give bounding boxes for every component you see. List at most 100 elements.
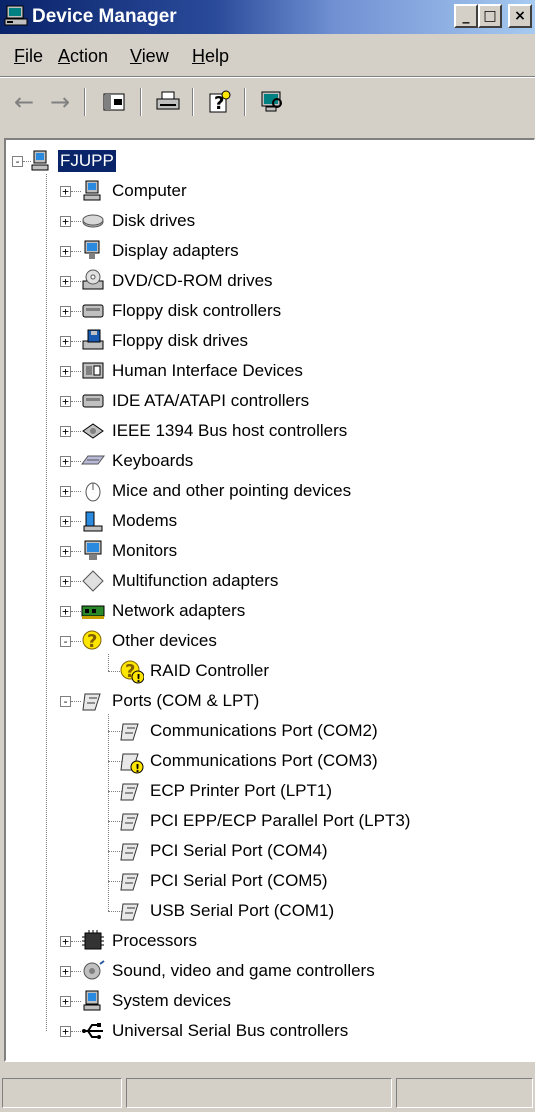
forward-arrow-icon: → — [49, 88, 71, 116]
tree-item[interactable]: Disk drives — [80, 208, 197, 234]
title-bar[interactable]: Device Manager _ □ × — [0, 0, 535, 34]
svg-text:?: ? — [87, 631, 97, 652]
console-tree-icon — [103, 93, 125, 111]
collapse-button[interactable]: - — [60, 696, 71, 707]
tree-item-label: Monitors — [112, 541, 178, 560]
menu-accelerator: F — [14, 46, 25, 66]
tree-item[interactable]: Modems — [80, 508, 179, 534]
toolbar-separator — [84, 88, 86, 116]
controller-icon — [80, 388, 106, 414]
tree-item-label: Communications Port (COM2) — [150, 721, 378, 740]
menu-view[interactable]: View — [130, 46, 169, 67]
tree-item[interactable]: Multifunction adapters — [80, 568, 280, 594]
sound-icon — [80, 958, 106, 984]
collapse-button[interactable]: - — [60, 636, 71, 647]
menu-help[interactable]: Help — [192, 46, 229, 67]
forward-button[interactable]: → — [46, 86, 74, 118]
print-button[interactable] — [152, 86, 184, 118]
usb-icon — [80, 1018, 106, 1044]
tree-item-label: DVD/CD-ROM drives — [112, 271, 273, 290]
expand-button[interactable]: + — [60, 1026, 71, 1037]
back-button[interactable]: ← — [10, 86, 38, 118]
tree-child-item[interactable]: PCI Serial Port (COM5) — [118, 868, 330, 894]
tree-item[interactable]: Display adapters — [80, 238, 241, 264]
expand-button[interactable]: + — [60, 276, 71, 287]
tree-item[interactable]: Universal Serial Bus controllers — [80, 1018, 350, 1044]
tree-item[interactable]: Sound, video and game controllers — [80, 958, 377, 984]
expand-button[interactable]: + — [60, 486, 71, 497]
expand-button[interactable]: + — [60, 396, 71, 407]
tree-item-label: RAID Controller — [150, 661, 270, 680]
expand-button[interactable]: + — [60, 336, 71, 347]
expand-button[interactable]: + — [60, 546, 71, 557]
expand-button[interactable]: + — [60, 516, 71, 527]
expand-button[interactable]: + — [60, 606, 71, 617]
collapse-button[interactable]: - — [12, 156, 23, 167]
tree-item-label: Human Interface Devices — [112, 361, 303, 380]
tree-item-label: System devices — [112, 991, 232, 1010]
expand-button[interactable]: + — [60, 246, 71, 257]
expand-button[interactable]: + — [60, 186, 71, 197]
close-button[interactable]: × — [508, 4, 532, 28]
minimize-button[interactable]: _ — [454, 4, 478, 28]
menu-file[interactable]: File — [14, 46, 43, 67]
expand-button[interactable]: + — [60, 306, 71, 317]
tree-child-item[interactable]: ?! RAID Controller — [118, 658, 271, 684]
tree-item[interactable]: Floppy disk controllers — [80, 298, 283, 324]
expand-button[interactable]: + — [60, 576, 71, 587]
tree-item[interactable]: Human Interface Devices — [80, 358, 305, 384]
tree-item-label: Ports (COM & LPT) — [112, 691, 260, 710]
device-tree[interactable]: - FJUPP + Computer + Disk drives + Display adap… — [4, 138, 535, 1062]
status-pane — [396, 1078, 533, 1108]
tree-child-item[interactable]: Communications Port (COM2) — [118, 718, 380, 744]
svg-text:!: ! — [135, 762, 140, 774]
expand-button[interactable]: + — [60, 936, 71, 947]
tree-item[interactable]: Monitors — [80, 538, 179, 564]
help-button[interactable]: ? — [204, 86, 236, 118]
tree-item-label: PCI Serial Port (COM5) — [150, 871, 328, 890]
tree-item[interactable]: Mice and other pointing devices — [80, 478, 353, 504]
tree-child-item[interactable]: PCI EPP/ECP Parallel Port (LPT3) — [118, 808, 412, 834]
svg-text:!: ! — [136, 672, 141, 684]
tree-item[interactable]: Network adapters — [80, 598, 247, 624]
expand-button[interactable]: + — [60, 426, 71, 437]
port-icon — [118, 778, 144, 804]
tree-item[interactable]: Keyboards — [80, 448, 195, 474]
tree-item[interactable]: ? Other devices — [80, 628, 219, 654]
toolbar-separator — [140, 88, 142, 116]
port-icon — [80, 688, 106, 714]
tree-item-label: FJUPP — [58, 150, 116, 172]
tree-item-label: Display adapters — [112, 241, 239, 260]
status-pane — [2, 1078, 122, 1108]
toolbar: ← → ? — [0, 77, 535, 126]
maximize-button[interactable]: □ — [478, 4, 502, 28]
tree-child-item[interactable]: ECP Printer Port (LPT1) — [118, 778, 334, 804]
tree-item-label: Sound, video and game controllers — [112, 961, 375, 980]
tree-item[interactable]: Floppy disk drives — [80, 328, 250, 354]
tree-child-item[interactable]: ! Communications Port (COM3) — [118, 748, 380, 774]
floppy-drive-icon — [80, 328, 106, 354]
tree-item[interactable]: System devices — [80, 988, 233, 1014]
tree-item[interactable]: IEEE 1394 Bus host controllers — [80, 418, 349, 444]
tree-item[interactable]: Processors — [80, 928, 199, 954]
tree-root-computer[interactable]: FJUPP — [28, 148, 116, 174]
expand-button[interactable]: + — [60, 966, 71, 977]
port-icon — [118, 838, 144, 864]
computer-icon — [80, 178, 106, 204]
show-hide-console-tree-button[interactable] — [98, 86, 130, 118]
menu-action[interactable]: Action — [58, 46, 108, 67]
unknown-device-icon: ? — [80, 628, 106, 654]
expand-button[interactable]: + — [60, 456, 71, 467]
tree-child-item[interactable]: USB Serial Port (COM1) — [118, 898, 336, 924]
cdrom-icon — [80, 268, 106, 294]
tree-item[interactable]: IDE ATA/ATAPI controllers — [80, 388, 311, 414]
tree-child-item[interactable]: PCI Serial Port (COM4) — [118, 838, 330, 864]
expand-button[interactable]: + — [60, 996, 71, 1007]
scan-hardware-button[interactable] — [256, 86, 288, 118]
expand-button[interactable]: + — [60, 366, 71, 377]
tree-item[interactable]: Ports (COM & LPT) — [80, 688, 261, 714]
expand-button[interactable]: + — [60, 216, 71, 227]
tree-item[interactable]: Computer — [80, 178, 189, 204]
device-manager-window: Device Manager _ □ × File Action View He… — [0, 0, 535, 1112]
tree-item[interactable]: DVD/CD-ROM drives — [80, 268, 275, 294]
